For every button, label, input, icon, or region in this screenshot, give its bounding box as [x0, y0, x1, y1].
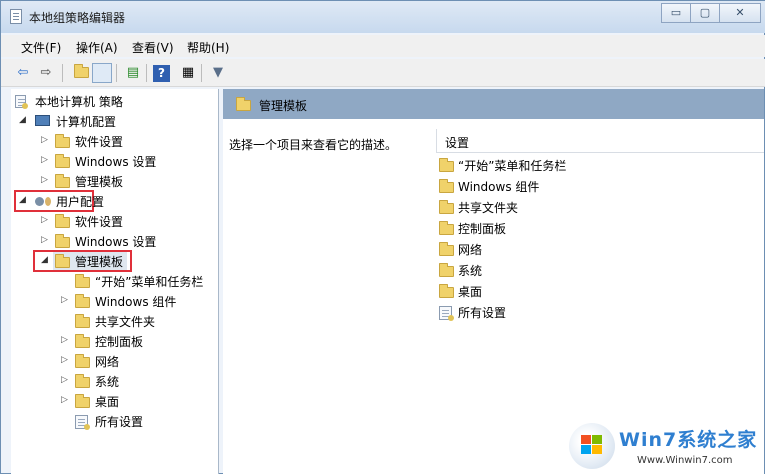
collapse-arrow-icon[interactable]: ◢ [19, 195, 27, 205]
menu-view[interactable]: 查看(V) [132, 39, 174, 56]
toolbar-separator [62, 64, 63, 82]
expand-arrow-icon[interactable]: ▷ [41, 135, 49, 145]
folder-icon [75, 374, 90, 389]
all-settings-icon [75, 415, 90, 432]
toolbar-separator [201, 64, 202, 82]
menu-bar: 文件(F) 操作(A) 查看(V) 帮助(H) [1, 35, 765, 57]
expand-arrow-icon[interactable]: ▷ [61, 335, 69, 345]
show-tree-icon[interactable] [92, 63, 112, 83]
title-bar[interactable]: 本地组策略编辑器 ▭ ▢ ✕ [1, 1, 765, 33]
watermark-url: Www.Winwin7.com [637, 455, 733, 466]
policy-doc-icon [15, 95, 28, 111]
folder-icon [439, 221, 454, 236]
windows-logo-icon [569, 423, 615, 469]
folder-icon [75, 354, 90, 369]
menu-file[interactable]: 文件(F) [21, 39, 61, 56]
all-settings-icon [439, 306, 454, 323]
expand-arrow-icon[interactable]: ▷ [41, 235, 49, 245]
minimize-button[interactable]: ▭ [661, 3, 691, 23]
toolbar-separator [116, 64, 117, 82]
expand-arrow-icon[interactable]: ▷ [61, 395, 69, 405]
folder-icon [55, 234, 70, 249]
collapse-arrow-icon[interactable]: ◢ [41, 255, 49, 265]
folder-icon [55, 134, 70, 149]
folder-icon [439, 200, 454, 215]
properties-icon[interactable]: ▦ [178, 63, 198, 83]
toolbar: ⇦ ⇨ ▤ ? ▦ ▼ [1, 59, 765, 87]
folder-icon [236, 97, 251, 111]
back-arrow-icon[interactable]: ⇦ [13, 63, 33, 83]
up-folder-icon[interactable] [71, 63, 91, 83]
window-controls: ▭ ▢ ✕ [661, 3, 761, 23]
column-header-settings[interactable]: 设置 [436, 129, 764, 153]
expand-arrow-icon[interactable]: ▷ [61, 295, 69, 305]
watermark: Win7系统之家 Www.Winwin7.com [569, 421, 764, 473]
forward-arrow-icon[interactable]: ⇨ [36, 63, 56, 83]
expand-arrow-icon[interactable]: ▷ [61, 355, 69, 365]
menu-action[interactable]: 操作(A) [76, 39, 118, 56]
window-title: 本地组策略编辑器 [29, 11, 126, 25]
computer-icon [35, 115, 50, 129]
expand-arrow-icon[interactable]: ▷ [41, 155, 49, 165]
maximize-button[interactable]: ▢ [690, 3, 720, 23]
folder-icon [75, 394, 90, 409]
gpedit-window: 本地组策略编辑器 ▭ ▢ ✕ 文件(F) 操作(A) 查看(V) 帮助(H) ⇦… [0, 0, 765, 474]
toolbar-separator [146, 64, 147, 82]
folder-icon [75, 334, 90, 349]
folder-icon [55, 254, 70, 269]
folder-icon [75, 274, 90, 289]
expand-arrow-icon[interactable]: ▷ [41, 215, 49, 225]
close-button[interactable]: ✕ [719, 3, 761, 23]
details-header: 管理模板 [223, 89, 764, 119]
export-list-icon[interactable]: ▤ [123, 63, 143, 83]
app-icon [10, 9, 22, 24]
folder-icon [439, 284, 454, 299]
details-header-title: 管理模板 [259, 99, 308, 113]
folder-icon [55, 214, 70, 229]
user-icon [35, 195, 51, 209]
expand-arrow-icon[interactable]: ▷ [61, 375, 69, 385]
folder-icon [439, 242, 454, 257]
folder-icon [55, 174, 70, 189]
description-text: 选择一个项目来查看它的描述。 [229, 138, 398, 152]
watermark-title: Win7系统之家 [619, 429, 758, 451]
expand-arrow-icon[interactable]: ▷ [41, 175, 49, 185]
folder-icon [75, 314, 90, 329]
tree-pane[interactable]: 本地计算机 策略 ◢ 计算机配置 ▷ 软件设置 ▷ Windows 设置 ▷ 管… [11, 89, 219, 474]
details-pane: 管理模板 选择一个项目来查看它的描述。 设置 “开始”菜单和任务栏 Window… [223, 89, 764, 474]
folder-icon [439, 179, 454, 194]
folder-icon [55, 154, 70, 169]
filter-icon[interactable]: ▼ [208, 63, 228, 83]
folder-icon [439, 158, 454, 173]
help-icon[interactable]: ? [153, 65, 170, 82]
menu-help[interactable]: 帮助(H) [187, 39, 229, 56]
folder-icon [75, 294, 90, 309]
folder-icon [439, 263, 454, 278]
collapse-arrow-icon[interactable]: ◢ [19, 115, 27, 125]
